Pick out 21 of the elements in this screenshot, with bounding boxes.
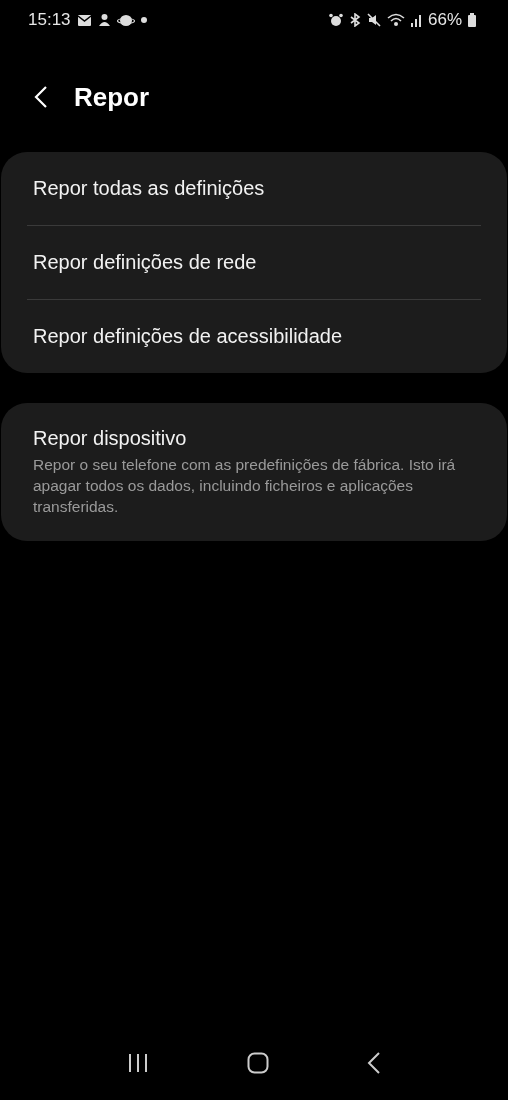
setting-title[interactable]: Repor definições de acessibilidade (33, 325, 475, 348)
alarm-icon (328, 13, 343, 27)
recent-apps-icon[interactable] (127, 1053, 149, 1073)
mail-icon (76, 13, 92, 27)
signal-icon (410, 13, 422, 27)
planet-icon (116, 13, 135, 27)
setting-title[interactable]: Repor dispositivo (33, 427, 475, 450)
battery-percent: 66% (427, 10, 462, 30)
battery-icon (468, 13, 476, 27)
setting-title[interactable]: Repor todas as definições (33, 177, 475, 200)
back-icon[interactable] (34, 85, 48, 109)
back-nav-icon[interactable] (367, 1052, 381, 1074)
setting-description: Repor o seu telefone com as predefinições de fábrica. Isto irá apagar todos os dados, incluindo ficheiros e aplicações transferidas. (33, 455, 457, 517)
page-title: Repor (74, 81, 150, 113)
setting-title[interactable]: Repor definições de rede (33, 251, 475, 274)
status-time: 15:13 (28, 10, 71, 30)
dot-icon (140, 17, 147, 23)
wifi-icon (386, 13, 405, 27)
bluetooth-icon (348, 13, 361, 27)
mute-icon (366, 13, 381, 27)
home-icon[interactable] (247, 1052, 269, 1074)
